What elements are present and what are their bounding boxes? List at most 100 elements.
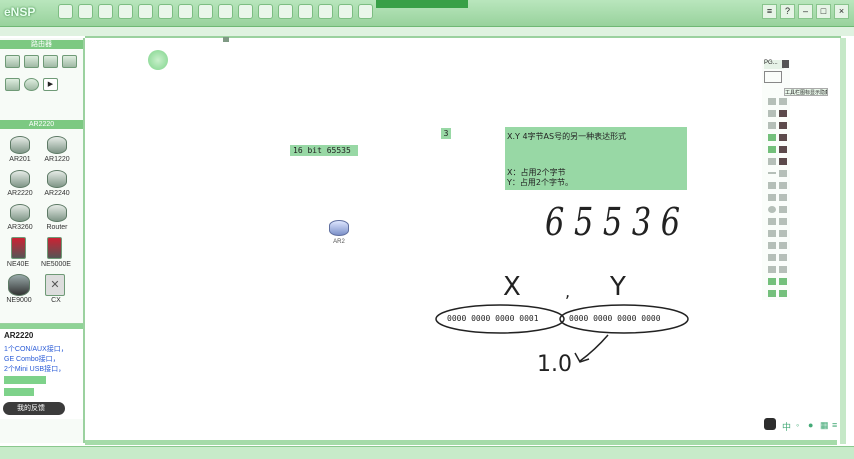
palette-tool-icon[interactable] (768, 278, 776, 285)
palette-tool-icon[interactable] (779, 242, 787, 249)
ime-mic-icon[interactable]: ● (808, 420, 813, 430)
palette-tool-icon[interactable] (768, 122, 776, 129)
xy-note-line: Y：占用2个字节。 (507, 178, 573, 187)
rect-tool-icon[interactable] (768, 194, 776, 201)
router-ar3260-icon[interactable] (10, 204, 30, 222)
firewall-category-icon[interactable] (62, 55, 77, 68)
number-note[interactable]: 3 (441, 128, 451, 139)
delete-icon[interactable] (238, 4, 253, 19)
bit-note[interactable]: 16 bit 65535 (290, 145, 358, 156)
terminal-category-icon[interactable] (5, 78, 20, 91)
select-icon[interactable] (198, 4, 213, 19)
palette-tool-icon[interactable] (768, 290, 776, 297)
palette-tool-icon[interactable] (768, 218, 776, 225)
x-bytes-ellipse (435, 304, 565, 334)
palette-tool-icon[interactable] (779, 290, 787, 297)
ime-keyboard-icon[interactable]: ▦ (820, 420, 829, 431)
pointer-tool-icon[interactable] (764, 71, 782, 83)
palette-tool-icon[interactable] (779, 230, 787, 237)
palette-tool-icon[interactable] (779, 98, 787, 105)
pen-tool-icon[interactable] (779, 170, 787, 177)
ellipse-tool-icon[interactable] (768, 206, 776, 213)
palette-tool-icon[interactable] (768, 146, 776, 153)
line-tool-icon[interactable] (768, 172, 776, 174)
router-ar201-icon[interactable] (10, 136, 30, 154)
stop-devices-icon[interactable] (358, 4, 373, 19)
palette-tool-icon[interactable] (779, 194, 787, 201)
minimize-icon[interactable]: – (798, 4, 813, 19)
palette-tool-icon[interactable] (768, 266, 776, 273)
router-label: CX (51, 297, 61, 304)
router-cx-icon[interactable]: ✕ (45, 274, 65, 296)
xy-note[interactable]: X.Y 4字节AS号的另一种表达形式 X：占用2个字节 Y：占用2个字节。 (505, 127, 687, 190)
title-bar: eNSP ≡ ? – □ × (0, 0, 854, 27)
palette-tool-icon[interactable] (779, 110, 787, 117)
palette-tool-icon[interactable] (768, 110, 776, 117)
palette-tool-icon[interactable] (779, 254, 787, 261)
description-highlight (4, 388, 34, 396)
router-device-icon[interactable] (329, 220, 349, 236)
rectangle-icon[interactable] (298, 4, 313, 19)
new-topology-icon[interactable] (58, 4, 73, 19)
palette-tool-icon[interactable] (779, 218, 787, 225)
palette-tab[interactable]: PG... (764, 60, 784, 69)
arrow-stroke (579, 334, 609, 362)
handwritten-number: 65536 (545, 200, 690, 244)
connection-category-icon[interactable]: ▶ (43, 78, 58, 91)
redo-icon[interactable] (178, 4, 193, 19)
palette-close-icon[interactable] (782, 60, 789, 68)
router-ne9000-icon[interactable] (8, 274, 30, 296)
router-ar2220-icon[interactable] (10, 170, 30, 188)
description-line: GE Combo接口， (4, 356, 60, 363)
undo-icon[interactable] (158, 4, 173, 19)
palette-tool-icon[interactable] (768, 158, 776, 165)
text-tool-icon[interactable] (779, 206, 787, 213)
palette-tool-icon[interactable] (768, 134, 776, 141)
palette-tool-icon[interactable] (779, 134, 787, 141)
hand-icon[interactable] (218, 4, 233, 19)
router-ne40e-icon[interactable] (11, 237, 26, 259)
save-icon[interactable] (98, 4, 113, 19)
ime-punct-icon[interactable]: ◦ (796, 420, 799, 430)
selected-text-highlight (376, 0, 468, 8)
router-ar1220-icon[interactable] (47, 136, 67, 154)
clear-icon[interactable] (258, 4, 273, 19)
maximize-icon[interactable]: □ (816, 4, 831, 19)
palette-tool-icon[interactable] (779, 266, 787, 273)
start-devices-icon[interactable] (338, 4, 353, 19)
ime-mode-icon[interactable]: 中 (782, 420, 791, 433)
feedback-button[interactable]: 我的反馈 (3, 402, 65, 415)
palette-tool-icon[interactable] (768, 254, 776, 261)
palette-tool-icon[interactable] (768, 230, 776, 237)
cloud-category-icon[interactable] (24, 78, 39, 91)
save-as-icon[interactable] (118, 4, 133, 19)
router-label: Router (46, 224, 68, 231)
print-icon[interactable] (138, 4, 153, 19)
arrow-tool-icon[interactable] (779, 182, 787, 189)
close-icon[interactable]: × (834, 4, 849, 19)
ime-logo-icon[interactable] (764, 418, 776, 430)
switch-category-icon[interactable] (24, 55, 39, 68)
router-category-icon[interactable] (5, 55, 20, 68)
palette-tool-icon[interactable] (779, 122, 787, 129)
palette-tool-icon[interactable] (779, 158, 787, 165)
palette-tool-icon[interactable] (768, 182, 776, 189)
laser-pointer-icon (148, 50, 168, 70)
router-ar2240-icon[interactable] (47, 170, 67, 188)
text-icon[interactable] (278, 4, 293, 19)
palette-tool-icon[interactable] (768, 98, 776, 105)
help-icon[interactable]: ? (780, 4, 795, 19)
horizontal-scrollbar[interactable] (85, 440, 837, 445)
router-label: AR2240 (44, 190, 70, 197)
ime-menu-icon[interactable]: ≡ (832, 420, 837, 430)
wlan-category-icon[interactable] (43, 55, 58, 68)
menu-icon[interactable]: ≡ (762, 4, 777, 19)
vertical-scrollbar[interactable] (840, 38, 846, 444)
palette-tool-icon[interactable] (779, 146, 787, 153)
palette-tool-icon[interactable] (768, 242, 776, 249)
router-ne5000e-icon[interactable] (47, 237, 62, 259)
palette-tool-icon[interactable] (779, 278, 787, 285)
open-icon[interactable] (78, 4, 93, 19)
ellipse-icon[interactable] (318, 4, 333, 19)
router-generic-icon[interactable] (47, 204, 67, 222)
